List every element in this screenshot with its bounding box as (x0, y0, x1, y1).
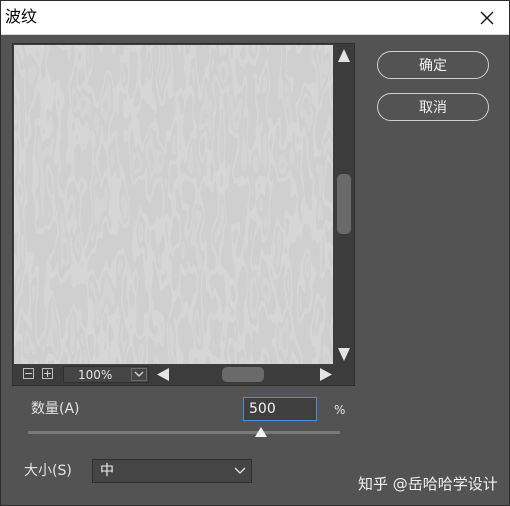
amount-label: 数量(A) (31, 401, 80, 417)
cancel-button[interactable]: 取消 (377, 93, 489, 121)
watermark-text: 知乎 @岳哈哈学设计 (358, 475, 498, 493)
zoom-level-value: 100% (78, 368, 113, 382)
scroll-right-arrow-icon[interactable] (319, 367, 333, 382)
amount-unit: % (334, 403, 346, 417)
zoom-dropdown-button[interactable] (131, 368, 147, 381)
size-select[interactable]: 中 (92, 459, 252, 483)
preview-panel: − + 100% (12, 43, 355, 386)
amount-slider-thumb[interactable] (255, 427, 268, 437)
size-label: 大小(S) (24, 463, 72, 479)
ripple-dialog: 波纹 − + 100% 确定 取消 数量(A) 500 % 大小(S) 中 知乎… (0, 0, 510, 506)
zoom-level-field[interactable]: 100% (63, 366, 149, 383)
close-button[interactable] (465, 1, 509, 34)
vertical-scroll-thumb[interactable] (337, 174, 351, 234)
size-selected-value: 中 (100, 463, 114, 479)
preview-toolbar: − + 100% (14, 365, 353, 384)
ok-button[interactable]: 确定 (377, 51, 489, 79)
amount-input[interactable] (243, 397, 317, 421)
horizontal-scroll-thumb[interactable] (222, 367, 264, 382)
scroll-up-arrow-icon[interactable] (337, 48, 351, 64)
chevron-down-icon (134, 371, 144, 377)
amount-slider-track[interactable] (28, 431, 340, 434)
zoom-in-button[interactable]: + (42, 368, 53, 379)
ripple-preview-image[interactable] (14, 45, 333, 364)
zoom-out-button[interactable]: − (23, 368, 34, 379)
vertical-scrollbar[interactable] (335, 45, 353, 365)
close-icon (480, 11, 494, 24)
ripple-texture (14, 45, 333, 364)
dialog-title: 波纹 (5, 7, 38, 26)
scroll-down-arrow-icon[interactable] (337, 346, 351, 362)
scroll-left-arrow-icon[interactable] (156, 367, 170, 382)
chevron-down-icon (234, 467, 246, 474)
title-bar: 波纹 (1, 1, 509, 35)
